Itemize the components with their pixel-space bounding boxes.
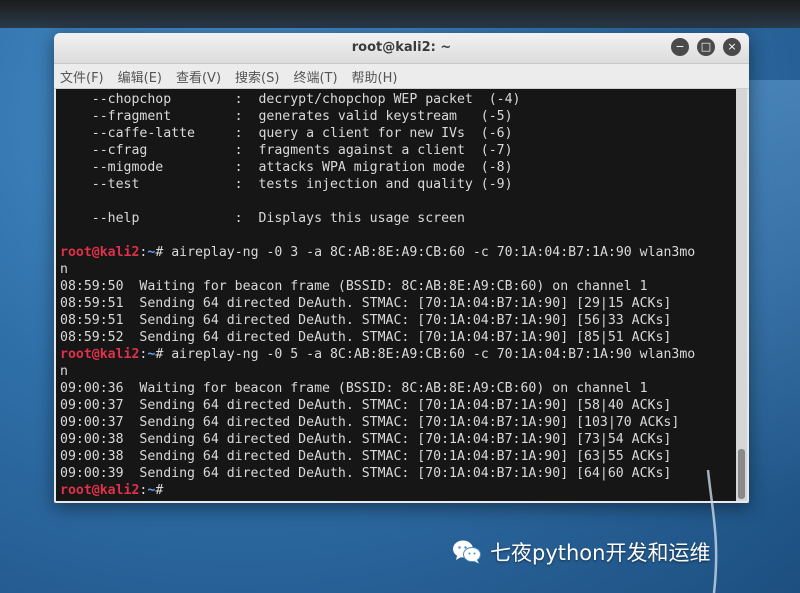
terminal-output-line: 08:59:51 Sending 64 directed DeAuth. STM… [60, 296, 672, 311]
terminal-output-line: --fragment : generates valid keystream (… [60, 109, 513, 124]
menu-help[interactable]: 帮助(H) [352, 67, 398, 86]
terminal-output-line [60, 227, 695, 244]
window-titlebar[interactable]: root@kali2: ~ − □ × [54, 33, 749, 64]
terminal-output-line: 09:00:38 Sending 64 directed DeAuth. STM… [60, 432, 672, 447]
scrollbar-thumb[interactable] [738, 449, 745, 499]
menu-search[interactable]: 搜索(S) [235, 67, 279, 86]
menu-view[interactable]: 查看(V) [176, 67, 221, 86]
close-button[interactable]: × [723, 38, 741, 56]
terminal-output-line: 08:59:52 Sending 64 directed DeAuth. STM… [60, 330, 672, 345]
window-title: root@kali2: ~ [351, 40, 452, 55]
menu-edit[interactable]: 编辑(E) [118, 67, 162, 86]
prompt-user-host: root@kali2 [60, 483, 140, 498]
menu-terminal[interactable]: 终端(T) [293, 67, 337, 86]
terminal-output-line: 09:00:39 Sending 64 directed DeAuth. STM… [60, 466, 672, 481]
terminal-output-line: 09:00:37 Sending 64 directed DeAuth. STM… [60, 415, 680, 430]
menu-file[interactable]: 文件(F) [60, 67, 104, 86]
terminal-output-line: --cfrag : fragments against a client (-7… [60, 143, 513, 158]
terminal-output-line: 08:59:50 Waiting for beacon frame (BSSID… [60, 279, 648, 294]
terminal-output-line: --caffe-latte : query a client for new I… [60, 126, 513, 141]
terminal-output[interactable]: --chopchop : decrypt/chopchop WEP packet… [56, 89, 736, 501]
prompt-user-host: root@kali2 [60, 245, 140, 260]
terminal-output-line: n [60, 262, 68, 277]
menubar: 文件(F) 编辑(E) 查看(V) 搜索(S) 终端(T) 帮助(H) [54, 64, 749, 89]
watermark: 七夜python开发和运维 [452, 537, 710, 567]
terminal-output-line: --migmode : attacks WPA migration mode (… [60, 160, 513, 175]
terminal-output-line: 09:00:38 Sending 64 directed DeAuth. STM… [60, 449, 672, 464]
prompt-user-host: root@kali2 [60, 347, 140, 362]
window-controls: − □ × [671, 38, 741, 56]
minimize-button[interactable]: − [671, 38, 689, 56]
terminal-command-line: root@kali2:~# aireplay-ng -0 3 -a 8C:AB:… [60, 244, 695, 261]
terminal-command-line: root@kali2:~# aireplay-ng -0 5 -a 8C:AB:… [60, 346, 695, 363]
terminal-output-line [60, 193, 695, 210]
watermark-text: 七夜python开发和运维 [490, 541, 711, 565]
terminal-output-line: 09:00:37 Sending 64 directed DeAuth. STM… [60, 398, 672, 413]
terminal-window: root@kali2: ~ − □ × 文件(F) 编辑(E) 查看(V) 搜索… [54, 33, 749, 503]
terminal-output-line: --chopchop : decrypt/chopchop WEP packet… [60, 92, 521, 107]
maximize-button[interactable]: □ [697, 38, 715, 56]
terminal-output-line: --test : tests injection and quality (-9… [60, 177, 513, 192]
terminal-output-line: 08:59:51 Sending 64 directed DeAuth. STM… [60, 313, 672, 328]
prompt-symbol: # [155, 483, 164, 498]
terminal-lines: --chopchop : decrypt/chopchop WEP packet… [60, 91, 695, 499]
terminal-output-line: 09:00:36 Waiting for beacon frame (BSSID… [60, 381, 648, 396]
terminal-scrollbar[interactable] [736, 89, 747, 501]
command-text: aireplay-ng -0 5 -a 8C:AB:8E:A9:CB:60 -c… [163, 347, 696, 362]
monitor-bezel [0, 0, 800, 28]
terminal-output-line: --help : Displays this usage screen [60, 211, 465, 226]
terminal-output-line: n [60, 364, 68, 379]
command-text: aireplay-ng -0 3 -a 8C:AB:8E:A9:CB:60 -c… [163, 245, 696, 260]
terminal-command-line: root@kali2:~# [60, 482, 695, 499]
monitor-cable [706, 470, 718, 593]
wechat-icon [453, 540, 481, 564]
